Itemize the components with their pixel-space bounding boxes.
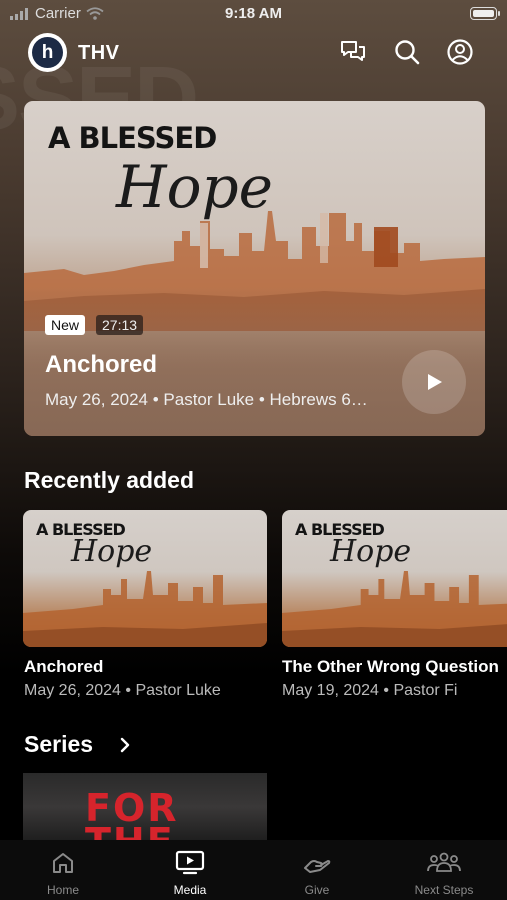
hero-title: Anchored — [45, 351, 158, 378]
app-header: h THV — [0, 33, 507, 73]
tab-next-steps-label: Next Steps — [414, 883, 474, 897]
home-icon — [53, 853, 73, 873]
featured-hero-card[interactable]: A BLESSED Hope New 27:13 Anchored May 26… — [24, 101, 485, 436]
thumb-art-script: Hope — [330, 534, 412, 569]
series-heading[interactable]: Series — [24, 731, 93, 758]
hero-art-title: A BLESSED — [48, 121, 217, 155]
recent-item-thumbnail[interactable]: A BLESSED Hope — [282, 510, 507, 647]
chevron-right-icon[interactable] — [117, 735, 133, 755]
battery-tip — [498, 11, 500, 16]
recent-item-title[interactable]: The Other Wrong Question — [282, 657, 507, 677]
tab-media-label: Media — [173, 883, 207, 897]
hero-meta: May 26, 2024 • Pastor Luke • Hebrews 6… — [45, 390, 368, 409]
play-button[interactable] — [402, 350, 466, 414]
chat-icon[interactable] — [338, 37, 368, 67]
recent-item-meta: May 26, 2024 • Pastor Luke — [24, 682, 221, 699]
status-bar: Carrier 9:18 AM — [0, 0, 507, 28]
recent-item-title[interactable]: Anchored — [24, 657, 103, 677]
give-hand-icon — [304, 860, 331, 873]
series-card[interactable]: FOR THE — [23, 773, 267, 841]
thumb-city-skyline — [23, 571, 267, 647]
profile-icon[interactable] — [445, 37, 475, 67]
thumb-city-skyline — [282, 571, 507, 647]
tv-play-icon — [175, 850, 205, 875]
tab-next-steps[interactable]: Next Steps — [381, 840, 507, 900]
tab-media[interactable]: Media — [127, 840, 253, 900]
status-time: 9:18 AM — [225, 5, 282, 22]
tab-home[interactable]: Home — [0, 840, 126, 900]
people-icon — [427, 852, 461, 872]
recently-added-heading: Recently added — [24, 467, 194, 493]
battery-icon — [470, 7, 497, 20]
play-icon — [428, 374, 442, 390]
search-icon[interactable] — [392, 37, 422, 67]
duration-badge: 27:13 — [96, 315, 144, 335]
recent-item-meta: May 19, 2024 • Pastor Fi — [282, 682, 458, 699]
recent-item-thumbnail[interactable]: A BLESSED Hope — [23, 510, 267, 647]
brand-name: THV — [78, 42, 120, 64]
tab-give-label: Give — [304, 883, 330, 897]
new-badge: New — [45, 315, 86, 335]
logo-letter: h — [32, 37, 63, 68]
tab-home-label: Home — [46, 883, 79, 897]
thumb-art-script: Hope — [71, 534, 153, 569]
tab-give[interactable]: Give — [254, 840, 380, 900]
app-logo[interactable]: h — [28, 33, 67, 72]
bottom-tab-bar: Home Media Give Next Steps — [0, 840, 507, 900]
series-card-text: FOR THE — [85, 786, 179, 841]
